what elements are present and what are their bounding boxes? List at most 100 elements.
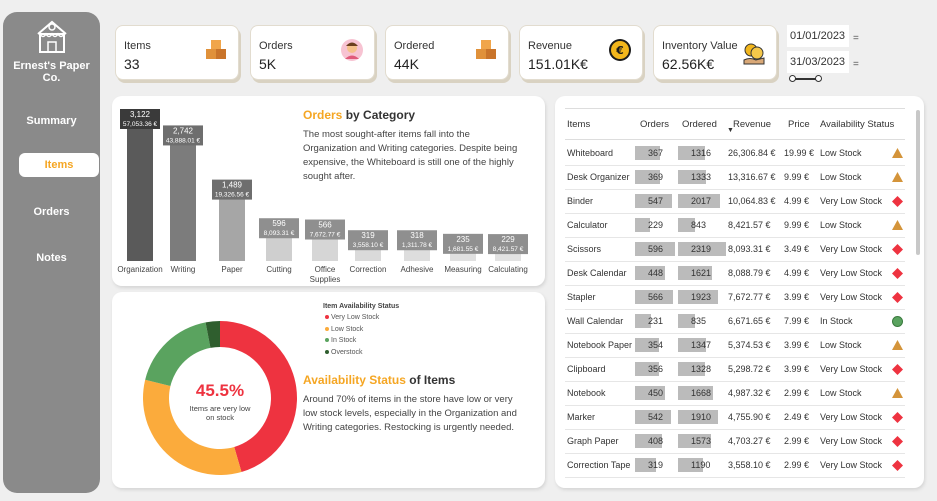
table-row[interactable]: Notebook Paper 354 1347 5,374.53 € 3.99 € Low… <box>565 334 905 358</box>
equals-icon: = <box>853 59 859 70</box>
legend-item[interactable]: Very Low Stock <box>325 314 379 321</box>
cell-ordered: 1316 <box>691 148 712 158</box>
kpi-label: Items <box>124 40 151 52</box>
nav-notes[interactable]: Notes <box>3 246 100 270</box>
table-row[interactable]: Calculator 229 843 8,421.57 € 9.99 € Low Stoc… <box>565 214 905 238</box>
cell-orders: 448 <box>648 268 664 278</box>
cell-orders: 354 <box>648 340 664 350</box>
table-row[interactable]: Desk Organizer 369 1333 13,316.67 € 9.99 € Lo… <box>565 166 905 190</box>
data-label-revenue: 7,672.77 € <box>310 232 341 239</box>
data-label-orders: 566 <box>318 221 332 230</box>
cell-revenue: 6,671.65 € <box>728 316 771 326</box>
col-revenue[interactable]: Revenue <box>733 119 771 130</box>
col-price[interactable]: Price <box>788 119 810 130</box>
cell-ordered: 843 <box>691 220 707 230</box>
legend-item[interactable]: Overstock <box>325 349 363 356</box>
table-row[interactable]: Notebook 450 1668 4,987.32 € 2.99 € Low Stock <box>565 382 905 406</box>
cell-ordered: 2319 <box>691 244 712 254</box>
legend-item[interactable]: Low Stock <box>325 326 363 333</box>
cell-item: Correction Tape <box>567 460 631 470</box>
cell-revenue: 13,316.67 € <box>728 172 776 182</box>
cell-price: 7.99 € <box>784 316 810 326</box>
table-row[interactable]: Whiteboard 367 1316 26,306.84 € 19.99 € Low S… <box>565 142 905 166</box>
warning-triangle-icon <box>892 388 903 400</box>
category-tick-label: Cutting <box>266 265 291 274</box>
col-ordered[interactable]: Ordered <box>682 119 717 130</box>
cell-ordered: 1333 <box>691 172 712 182</box>
cell-price: 19.99 € <box>784 148 815 158</box>
col-orders[interactable]: Orders <box>640 119 669 130</box>
end-date-input[interactable]: 31/03/2023 <box>787 51 849 73</box>
table-row[interactable]: Marker 542 1910 4,755.90 € 2.49 € Very Low St… <box>565 406 905 430</box>
table-row[interactable]: Desk Calendar 448 1621 8,088.79 € 4.99 € Very… <box>565 262 905 286</box>
sort-desc-icon: ▼ <box>727 127 734 134</box>
donut-slice-in-stock[interactable] <box>145 322 211 386</box>
table-row[interactable]: Graph Paper 408 1573 4,703.27 € 2.99 € Very L… <box>565 430 905 454</box>
cell-orders: 566 <box>648 292 664 302</box>
data-label-orders: 1,489 <box>222 181 243 190</box>
bar-paper[interactable] <box>219 196 245 261</box>
cell-price: 3.99 € <box>784 292 810 302</box>
cell-ordered: 1910 <box>691 412 712 422</box>
orders-panel-description: The most sought-after items fall into th… <box>303 129 518 182</box>
cell-orders: 229 <box>648 220 664 230</box>
nav-summary[interactable]: Summary <box>3 109 100 133</box>
slider-handle-start[interactable] <box>789 75 796 82</box>
cell-revenue: 8,421.57 € <box>728 220 771 230</box>
slider-handle-end[interactable] <box>815 75 822 82</box>
cell-price: 3.49 € <box>784 244 810 254</box>
data-label-revenue: 19,326.56 € <box>215 192 250 199</box>
cell-status: Very Low Stock <box>820 292 883 302</box>
cell-status: Very Low Stock <box>820 412 883 422</box>
col-items[interactable]: Items <box>567 119 590 130</box>
category-tick-label: Office <box>315 265 336 274</box>
col-availability[interactable]: Availability Status <box>820 119 894 130</box>
cell-status: Low Stock <box>820 220 862 230</box>
cell-item: Graph Paper <box>567 436 619 446</box>
table-row[interactable]: Correction Tape 319 1190 3,558.10 € 2.99 € Ve… <box>565 454 905 478</box>
kpi-label: Inventory Value <box>662 40 738 52</box>
data-label-revenue: 8,421.57 € <box>493 246 524 253</box>
table-row[interactable]: Wall Calendar 231 835 6,671.65 € 7.99 € In St… <box>565 310 905 334</box>
data-label-revenue: 57,053.36 € <box>123 121 158 128</box>
bar-organization[interactable] <box>127 126 153 261</box>
data-label-revenue: 1,311.78 € <box>402 242 433 249</box>
legend-dot-icon <box>325 315 329 320</box>
data-label-revenue: 8,093.31 € <box>264 230 295 237</box>
alert-diamond-icon <box>892 460 903 473</box>
legend-label: Overstock <box>331 348 363 356</box>
bar-cutting[interactable] <box>266 235 292 261</box>
data-label-orders: 235 <box>456 235 470 244</box>
cell-price: 2.99 € <box>784 460 810 470</box>
date-range-slider[interactable] <box>789 75 823 83</box>
cell-ordered: 1668 <box>691 388 712 398</box>
warning-triangle-icon <box>892 148 903 160</box>
cell-status: Low Stock <box>820 388 862 398</box>
cell-status: Low Stock <box>820 172 862 182</box>
data-label-orders: 3,122 <box>130 110 151 119</box>
cell-ordered: 1923 <box>691 292 712 302</box>
cell-revenue: 4,755.90 € <box>728 412 771 422</box>
cell-price: 2.99 € <box>784 436 810 446</box>
legend-item[interactable]: In Stock <box>325 337 356 344</box>
data-label-orders: 318 <box>410 231 424 240</box>
start-date-input[interactable]: 01/01/2023 <box>787 25 849 47</box>
table-row[interactable]: Clipboard 356 1328 5,298.72 € 3.99 € Very Low… <box>565 358 905 382</box>
nav-items[interactable]: Items <box>19 153 99 177</box>
kpi-ordered-card: Ordered 44K <box>385 25 509 80</box>
cell-orders: 542 <box>648 412 664 422</box>
donut-center-value: 45.5% <box>195 381 245 400</box>
table-row[interactable]: Binder 547 2017 10,064.83 € 4.99 € Very Low S… <box>565 190 905 214</box>
cell-revenue: 8,088.79 € <box>728 268 771 278</box>
category-tick-label: Calculating <box>488 265 528 274</box>
person-icon <box>340 38 364 67</box>
table-scrollbar[interactable] <box>916 110 920 255</box>
bar-office-supplies[interactable] <box>312 236 338 261</box>
bar-writing[interactable] <box>170 142 196 261</box>
table-row[interactable]: Scissors 596 2319 8,093.31 € 3.49 € Very Low … <box>565 238 905 262</box>
cell-item: Calculator <box>567 220 608 230</box>
kpi-value: 5K <box>259 56 277 72</box>
data-label-revenue: 43,888.01 € <box>166 137 201 144</box>
table-row[interactable]: Stapler 566 1923 7,672.77 € 3.99 € Very Low S… <box>565 286 905 310</box>
nav-orders[interactable]: Orders <box>3 200 100 224</box>
